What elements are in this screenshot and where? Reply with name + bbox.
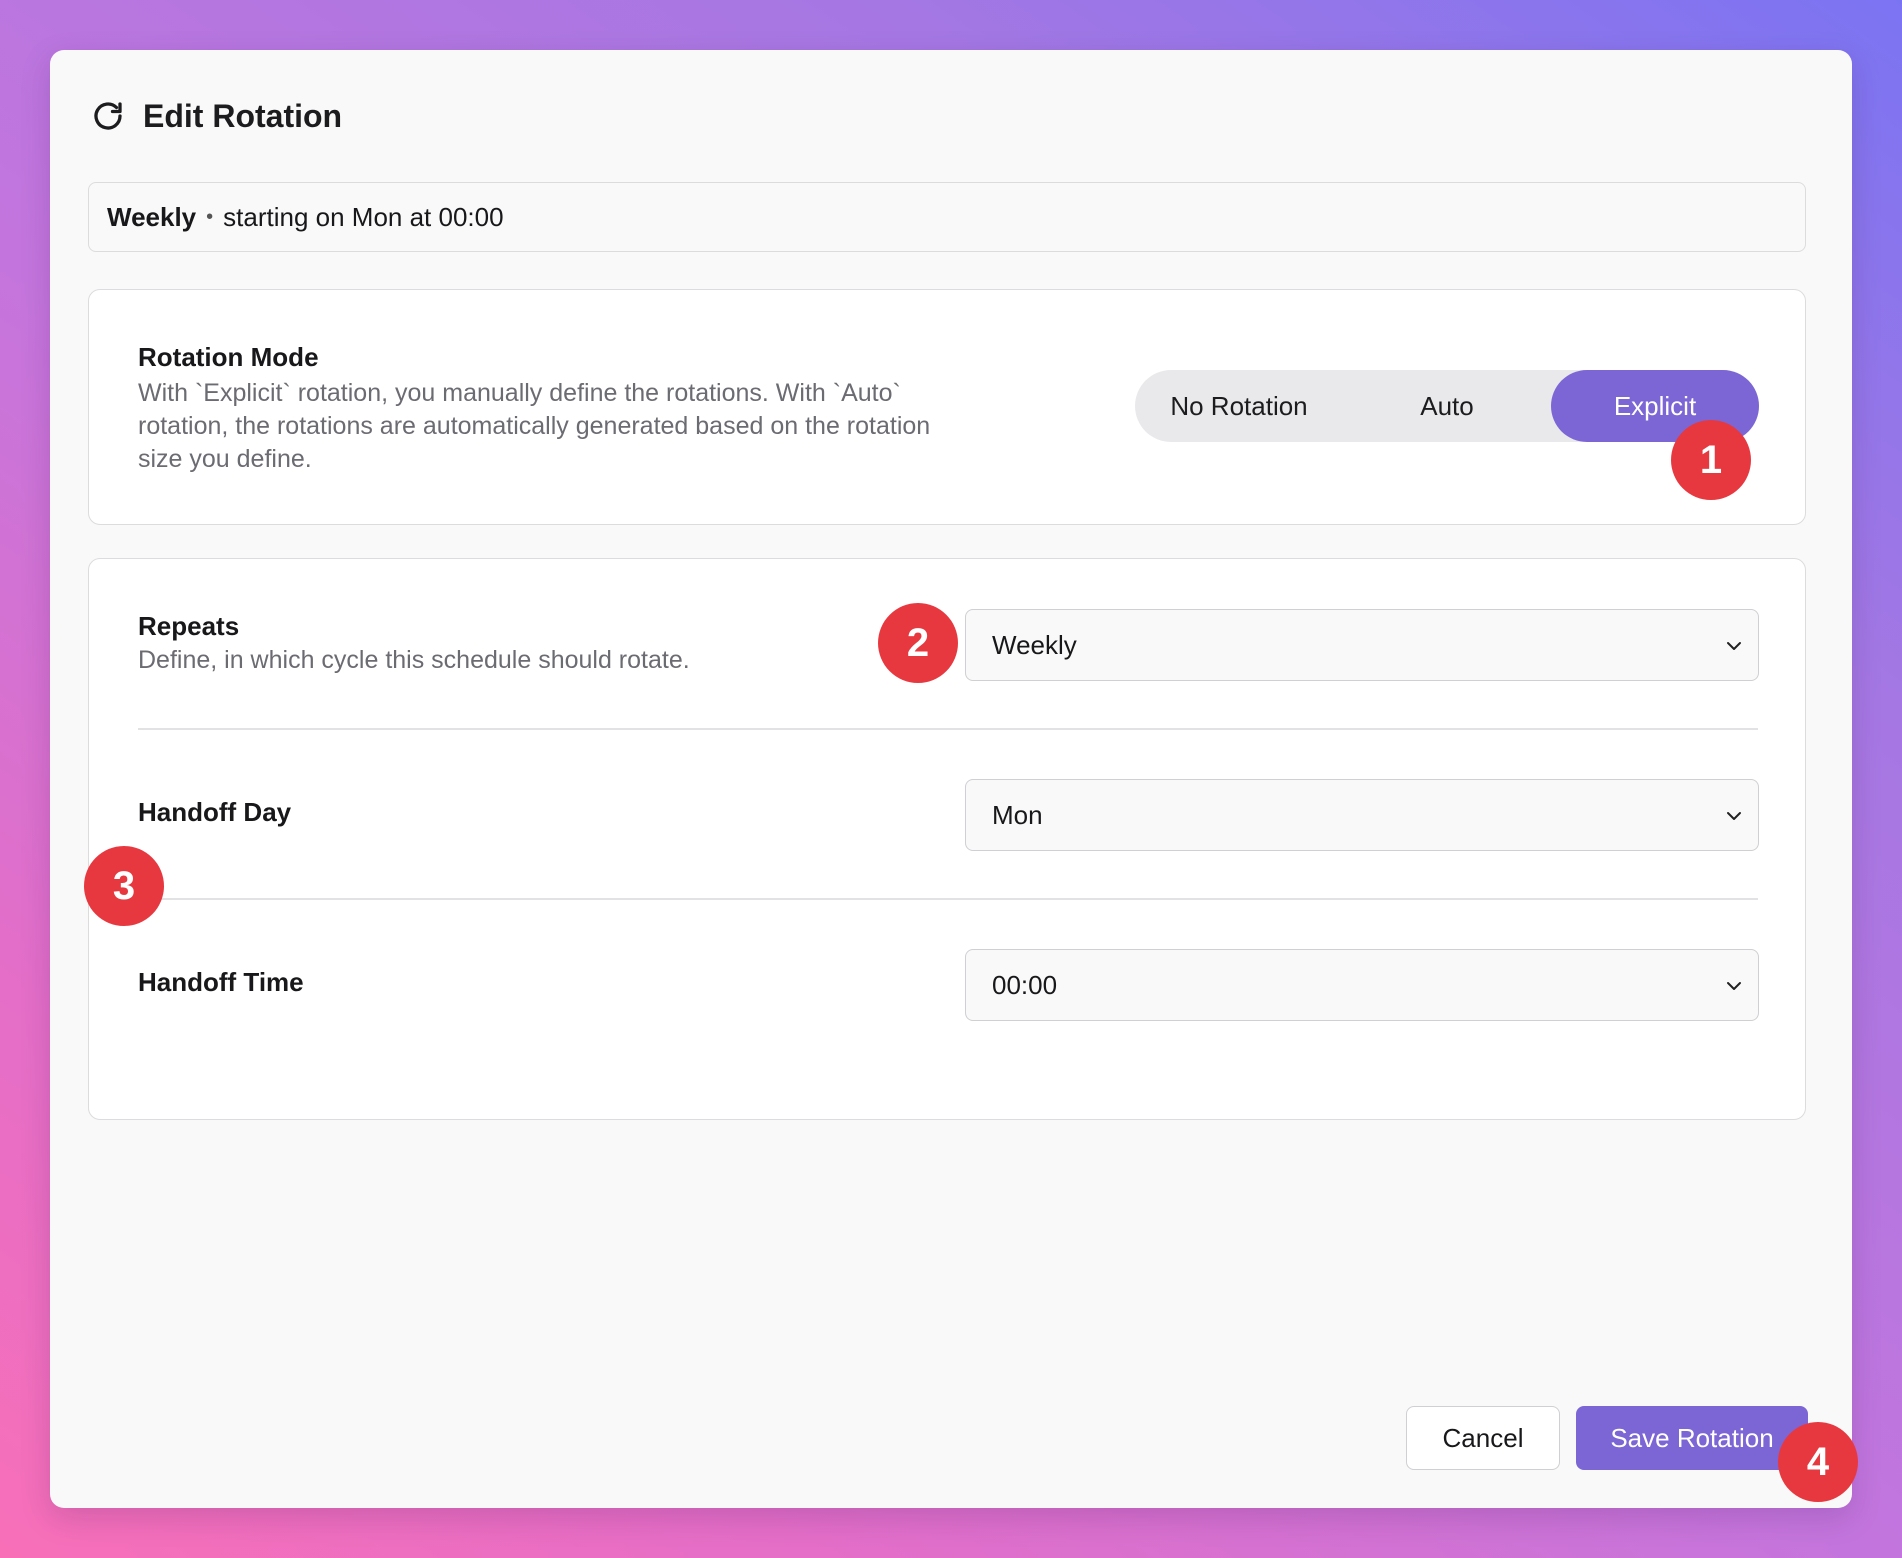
dialog-header: Edit Rotation: [90, 94, 342, 138]
chevron-down-icon: [1727, 642, 1741, 650]
cancel-button[interactable]: Cancel: [1406, 1406, 1560, 1470]
rotation-mode-panel: Rotation Mode With `Explicit` rotation, …: [88, 289, 1806, 525]
annotation-badge-2: 2: [878, 603, 958, 683]
repeats-select-value: Weekly: [992, 629, 1077, 660]
rotation-mode-description: With `Explicit` rotation, you manually d…: [138, 379, 931, 473]
schedule-summary: Weekly • starting on Mon at 00:00: [88, 182, 1806, 252]
divider: [138, 898, 1758, 900]
rotation-mode-text: Rotation Mode With `Explicit` rotation, …: [138, 342, 938, 476]
rotation-mode-label: Rotation Mode: [138, 342, 319, 372]
repeats-select[interactable]: Weekly: [965, 609, 1759, 681]
handoff-time-text: Handoff Time: [138, 967, 304, 998]
repeats-description: Define, in which cycle this schedule sho…: [138, 646, 690, 674]
repeats-label: Repeats: [138, 611, 240, 641]
summary-separator: •: [206, 205, 214, 228]
rotation-mode-segmented-control[interactable]: No Rotation Auto Explicit: [1135, 370, 1759, 442]
handoff-time-select-value: 00:00: [992, 969, 1058, 1000]
handoff-time-label: Handoff Time: [138, 967, 304, 997]
save-rotation-button[interactable]: Save Rotation: [1576, 1406, 1808, 1470]
rotation-mode-no-rotation[interactable]: No Rotation: [1135, 370, 1343, 442]
annotation-badge-3: 3: [84, 846, 164, 926]
chevron-down-icon: [1727, 982, 1741, 990]
annotation-badge-1: 1: [1671, 420, 1751, 500]
handoff-day-select[interactable]: Mon: [965, 779, 1759, 851]
summary-detail: starting on Mon at 00:00: [223, 201, 504, 232]
annotation-badge-4: 4: [1778, 1422, 1858, 1502]
divider: [138, 728, 1758, 730]
handoff-day-label: Handoff Day: [138, 797, 292, 827]
repeats-text: Repeats Define, in which cycle this sche…: [138, 611, 690, 677]
chevron-down-icon: [1727, 812, 1741, 820]
rotation-mode-auto[interactable]: Auto: [1343, 370, 1551, 442]
dialog-title: Edit Rotation: [143, 97, 343, 134]
handoff-day-select-value: Mon: [992, 799, 1043, 830]
refresh-icon: [94, 102, 122, 130]
handoff-day-text: Handoff Day: [138, 797, 291, 828]
edit-rotation-dialog: Edit Rotation Weekly • starting on Mon a…: [50, 50, 1852, 1508]
handoff-time-select[interactable]: 00:00: [965, 949, 1759, 1021]
summary-frequency: Weekly: [107, 201, 197, 232]
